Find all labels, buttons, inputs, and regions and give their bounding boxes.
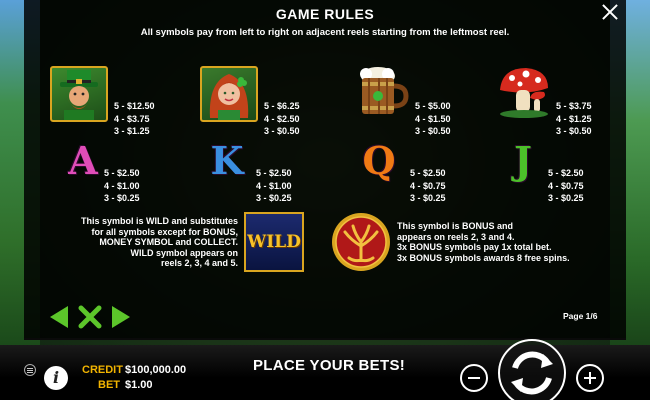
letter-q-payouts: 5 - $2.50 4 - $0.75 3 - $0.25 bbox=[410, 168, 446, 203]
mushroom-payouts: 5 - $3.75 4 - $1.25 3 - $0.50 bbox=[556, 101, 592, 136]
decrease-bet-button[interactable] bbox=[460, 364, 488, 392]
tree-of-life-icon bbox=[331, 212, 391, 272]
red-haired-woman-icon bbox=[200, 66, 258, 122]
credit-label: CREDIT bbox=[82, 364, 123, 376]
leprechaun-payouts: 5 - $12.50 4 - $3.75 3 - $1.25 bbox=[114, 101, 155, 136]
page-indicator: Page 1/6 bbox=[563, 311, 598, 321]
previous-page-button[interactable] bbox=[50, 306, 68, 328]
status-message: PLACE YOUR BETS! bbox=[253, 357, 406, 374]
leprechaun-icon bbox=[50, 66, 108, 122]
menu-icon[interactable] bbox=[24, 364, 36, 376]
spin-button[interactable] bbox=[497, 338, 567, 400]
wild-symbol: WILD bbox=[244, 212, 304, 272]
wild-description: This symbol is WILD and substitutes for … bbox=[80, 216, 238, 268]
letter-k-icon: K bbox=[210, 137, 244, 183]
letter-q-icon: Q bbox=[362, 137, 396, 183]
next-page-button[interactable] bbox=[112, 306, 130, 328]
info-icon[interactable]: i bbox=[44, 366, 68, 390]
bonus-description: This symbol is BONUS and appears on reel… bbox=[397, 221, 570, 263]
wild-label: WILD bbox=[247, 232, 301, 252]
credit-value: $100,000.00 bbox=[125, 364, 187, 376]
rules-subtitle: All symbols pay from left to right on ad… bbox=[140, 27, 510, 38]
increase-bet-button[interactable] bbox=[576, 364, 604, 392]
page-title: GAME RULES bbox=[275, 6, 375, 22]
letter-a-payouts: 5 - $2.50 4 - $1.00 3 - $0.25 bbox=[104, 168, 140, 203]
bet-value: $1.00 bbox=[125, 379, 153, 391]
beer-payouts: 5 - $5.00 4 - $1.50 3 - $0.50 bbox=[415, 101, 451, 136]
bet-label: BET bbox=[98, 379, 120, 391]
letter-k-payouts: 5 - $2.50 4 - $1.00 3 - $0.25 bbox=[256, 168, 292, 203]
close-rules-x-button[interactable] bbox=[78, 305, 102, 329]
close-button[interactable] bbox=[600, 2, 620, 22]
mushroom-icon bbox=[496, 64, 554, 120]
minus-icon bbox=[468, 377, 480, 379]
letter-j-icon: J bbox=[514, 137, 532, 183]
woman-payouts: 5 - $6.25 4 - $2.50 3 - $0.50 bbox=[264, 101, 300, 136]
letter-j-payouts: 5 - $2.50 4 - $0.75 3 - $0.25 bbox=[548, 168, 584, 203]
beer-mug-icon bbox=[352, 64, 410, 120]
